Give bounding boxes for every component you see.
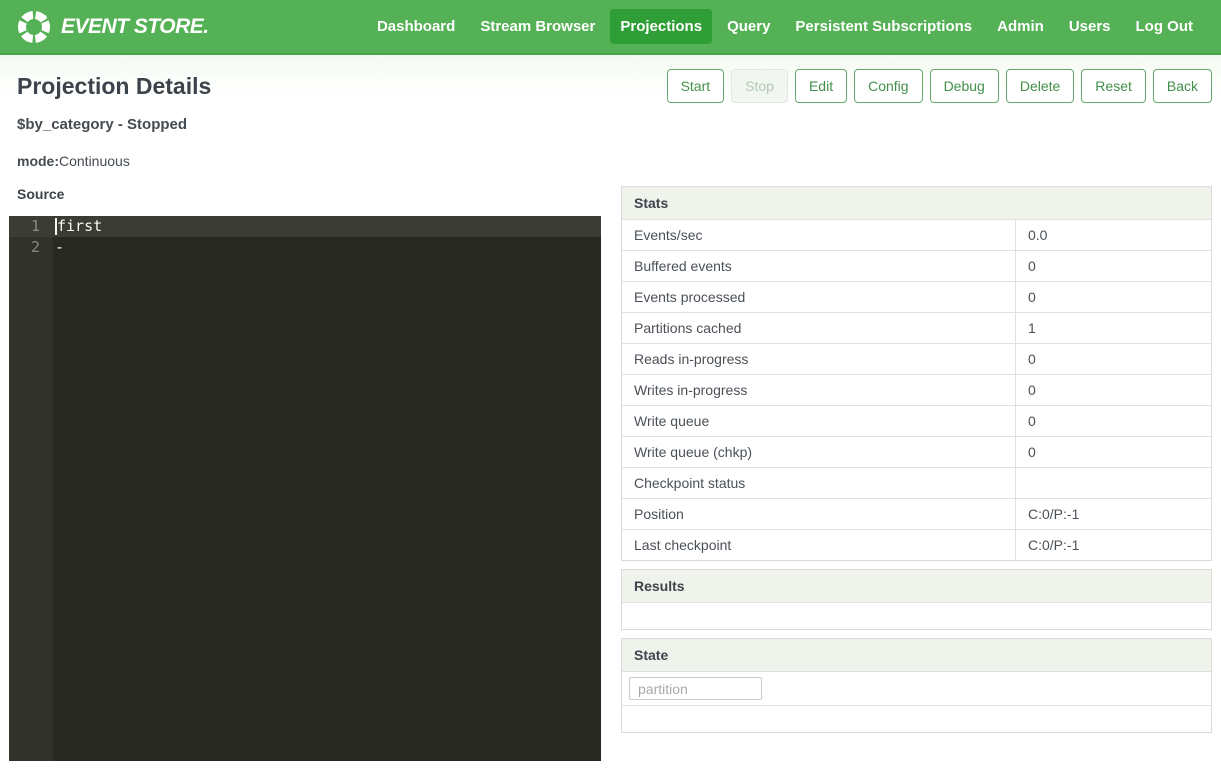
editor-line-number: 1 — [9, 216, 53, 237]
source-heading: Source — [17, 186, 601, 202]
stat-label: Last checkpoint — [622, 530, 1016, 560]
delete-button[interactable]: Delete — [1006, 69, 1074, 103]
partition-input[interactable] — [629, 677, 762, 700]
table-row: Events processed 0 — [622, 281, 1211, 312]
stat-value: 0.0 — [1016, 220, 1211, 250]
mode-label: mode: — [17, 153, 59, 169]
nav-item-admin[interactable]: Admin — [987, 9, 1054, 44]
table-row: Write queue (chkp) 0 — [622, 436, 1211, 467]
back-button[interactable]: Back — [1153, 69, 1212, 103]
reset-button[interactable]: Reset — [1081, 69, 1146, 103]
table-row: Buffered events 0 — [622, 250, 1211, 281]
editor-line-code: first — [53, 216, 102, 237]
table-row: Last checkpoint C:0/P:-1 — [622, 529, 1211, 560]
stat-value: 0 — [1016, 437, 1211, 467]
stat-value: C:0/P:-1 — [1016, 499, 1211, 529]
nav-item-query[interactable]: Query — [717, 9, 780, 44]
stat-label: Checkpoint status — [622, 468, 1016, 498]
stat-label: Position — [622, 499, 1016, 529]
config-button[interactable]: Config — [854, 69, 922, 103]
mode-line: mode:Continuous — [17, 153, 1212, 169]
nav-menu: Dashboard Stream Browser Projections Que… — [367, 9, 1203, 44]
state-empty-row — [622, 705, 1211, 732]
partition-input-row — [622, 671, 1211, 705]
nav-item-stream-browser[interactable]: Stream Browser — [470, 9, 605, 44]
source-section: Source 1 first 2 - — [9, 186, 601, 761]
stat-value: 0 — [1016, 282, 1211, 312]
stat-label: Events/sec — [622, 220, 1016, 250]
table-row: Position C:0/P:-1 — [622, 498, 1211, 529]
table-row: Reads in-progress 0 — [622, 343, 1211, 374]
projection-name-status: $by_category - Stopped — [17, 116, 1212, 133]
page-title: Projection Details — [17, 73, 211, 100]
top-navbar: EVENT STORE. Dashboard Stream Browser Pr… — [0, 0, 1221, 55]
table-row: Writes in-progress 0 — [622, 374, 1211, 405]
stats-heading: Stats — [622, 187, 1211, 219]
projection-toolbar: Start Stop Edit Config Debug Delete Rese… — [667, 69, 1212, 103]
stat-label: Write queue (chkp) — [622, 437, 1016, 467]
stop-button[interactable]: Stop — [731, 69, 788, 103]
stat-value: 0 — [1016, 344, 1211, 374]
editor-line: 1 first — [9, 216, 601, 237]
title-row: Projection Details Start Stop Edit Confi… — [9, 55, 1212, 103]
edit-button[interactable]: Edit — [795, 69, 847, 103]
brand-text: EVENT STORE. — [61, 15, 209, 39]
nav-item-dashboard[interactable]: Dashboard — [367, 9, 465, 44]
stat-label: Reads in-progress — [622, 344, 1016, 374]
mode-value: Continuous — [59, 153, 130, 169]
stat-value — [1016, 468, 1211, 498]
brand-logo[interactable]: EVENT STORE. — [16, 9, 209, 45]
table-row: Partitions cached 1 — [622, 312, 1211, 343]
debug-button[interactable]: Debug — [930, 69, 999, 103]
stat-label: Partitions cached — [622, 313, 1016, 343]
start-button[interactable]: Start — [667, 69, 725, 103]
table-row: Events/sec 0.0 — [622, 219, 1211, 250]
stats-panel: Stats Events/sec 0.0 Buffered events 0 E… — [621, 186, 1212, 561]
state-panel: State — [621, 638, 1212, 733]
source-editor[interactable]: 1 first 2 - — [9, 216, 601, 761]
page-content: Projection Details Start Stop Edit Confi… — [0, 55, 1221, 761]
stat-value: C:0/P:-1 — [1016, 530, 1211, 560]
stat-label: Writes in-progress — [622, 375, 1016, 405]
main-columns: Source 1 first 2 - Stats Events/sec 0.0 — [9, 186, 1212, 761]
nav-item-persistent-subscriptions[interactable]: Persistent Subscriptions — [785, 9, 982, 44]
state-heading: State — [622, 639, 1211, 671]
stat-label: Buffered events — [622, 251, 1016, 281]
stat-value: 0 — [1016, 406, 1211, 436]
editor-line-code: - — [53, 237, 64, 258]
table-row: Checkpoint status — [622, 467, 1211, 498]
stat-value: 1 — [1016, 313, 1211, 343]
results-empty-row — [622, 602, 1211, 629]
stat-label: Events processed — [622, 282, 1016, 312]
nav-item-users[interactable]: Users — [1059, 9, 1121, 44]
nav-item-log-out[interactable]: Log Out — [1126, 9, 1203, 44]
editor-line: 2 - — [9, 237, 601, 258]
event-store-logo-icon — [16, 9, 52, 45]
editor-line-number: 2 — [9, 237, 53, 258]
stat-label: Write queue — [622, 406, 1016, 436]
results-heading: Results — [622, 570, 1211, 602]
stat-value: 0 — [1016, 251, 1211, 281]
results-panel: Results — [621, 569, 1212, 630]
nav-item-projections[interactable]: Projections — [610, 9, 712, 44]
details-section: Stats Events/sec 0.0 Buffered events 0 E… — [621, 186, 1212, 741]
table-row: Write queue 0 — [622, 405, 1211, 436]
stat-value: 0 — [1016, 375, 1211, 405]
